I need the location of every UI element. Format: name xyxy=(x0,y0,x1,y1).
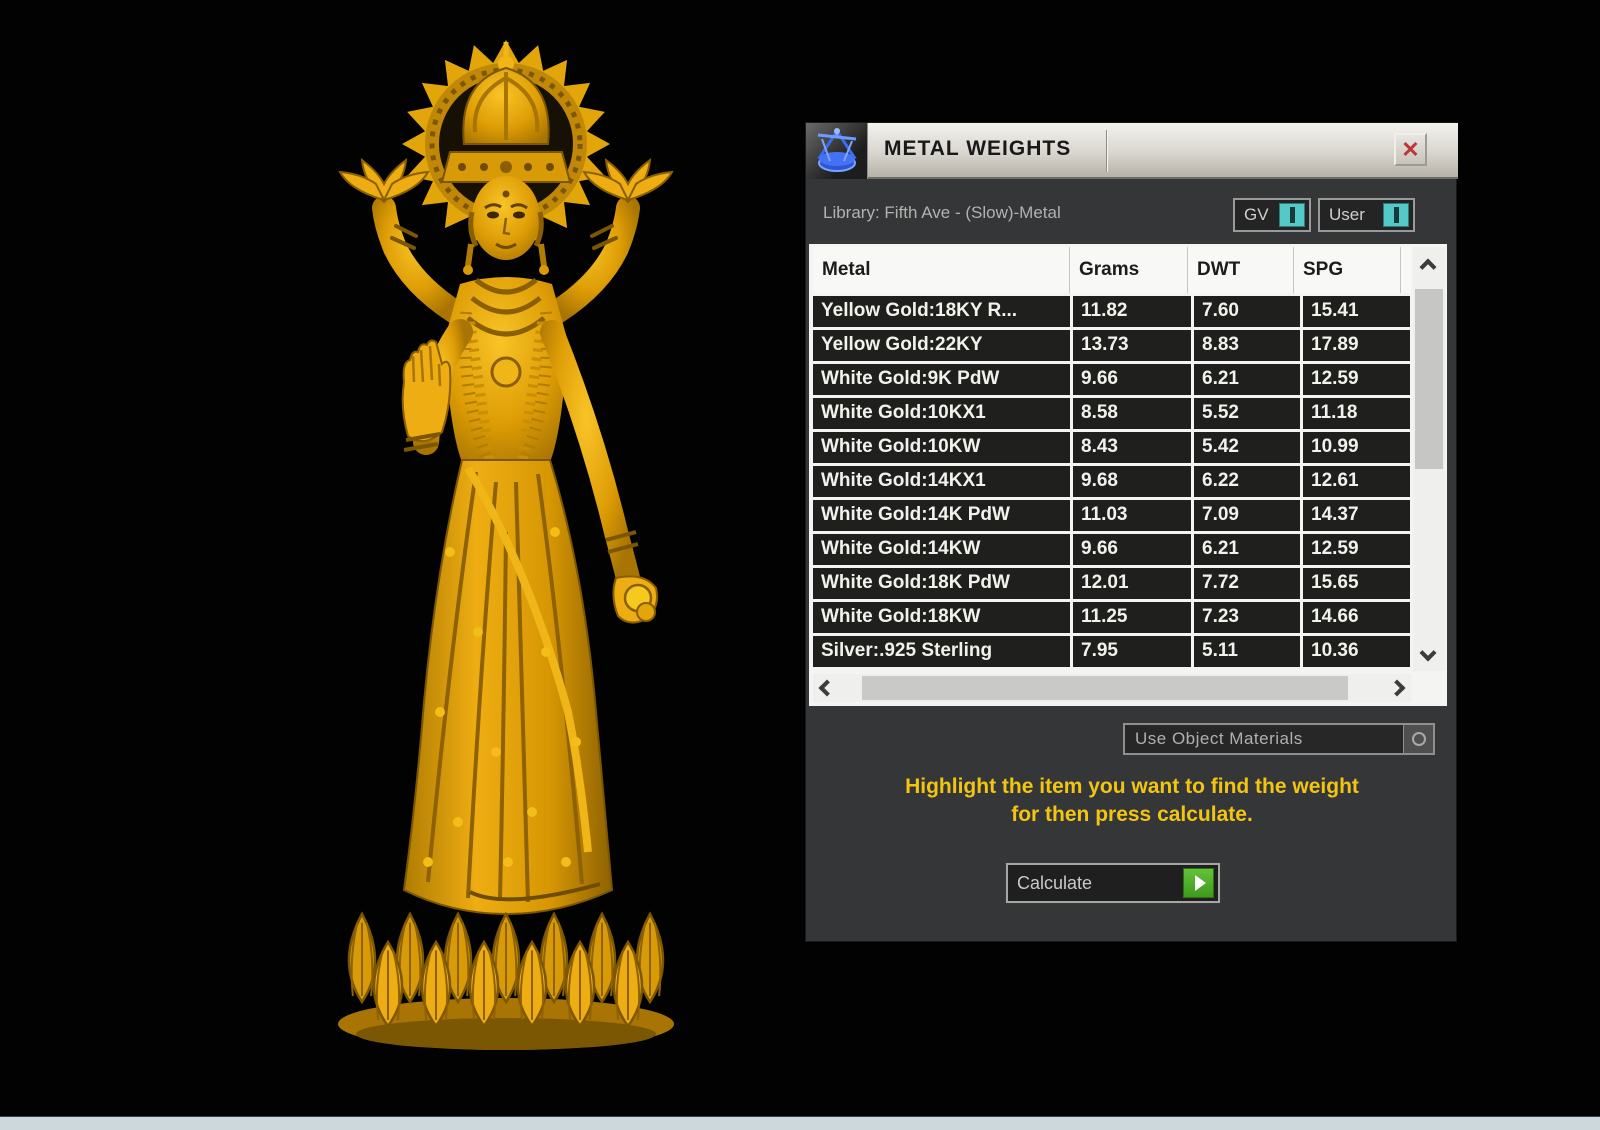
cell-grams: 9.68 xyxy=(1073,466,1191,497)
column-header-spg[interactable]: SPG xyxy=(1294,247,1401,293)
table-row[interactable]: White Gold:9K PdW 9.66 6.21 12.59 xyxy=(813,364,1411,398)
column-header-dwt[interactable]: DWT xyxy=(1188,247,1294,293)
cell-grams: 12.01 xyxy=(1073,568,1191,599)
table-row[interactable]: Yellow Gold:22KY 13.73 8.83 17.89 xyxy=(813,330,1411,364)
cell-metal: White Gold:14KX1 xyxy=(813,466,1070,497)
cell-spg: 17.89 xyxy=(1303,330,1410,361)
cell-dwt: 6.21 xyxy=(1194,534,1300,565)
gold-lakshmi-statue[interactable] xyxy=(300,12,712,1062)
horizontal-scroll-thumb[interactable] xyxy=(862,676,1348,700)
calculate-button[interactable]: Calculate xyxy=(1006,863,1220,903)
radio-indicator-icon xyxy=(1403,725,1433,753)
cell-grams: 8.43 xyxy=(1073,432,1191,463)
cell-metal: White Gold:14KW xyxy=(813,534,1070,565)
cell-dwt: 7.60 xyxy=(1194,296,1300,327)
cell-spg: 11.18 xyxy=(1303,398,1410,429)
cell-grams: 9.66 xyxy=(1073,534,1191,565)
cell-metal: White Gold:9K PdW xyxy=(813,364,1070,395)
table-row[interactable]: White Gold:18KW 11.25 7.23 14.66 xyxy=(813,602,1411,636)
horizontal-scrollbar[interactable] xyxy=(813,674,1411,702)
dialog-titlebar[interactable]: METAL WEIGHTS ✕ xyxy=(806,123,1458,179)
library-label: Library: Fifth Ave - (Slow)-Metal xyxy=(823,203,1061,223)
scroll-down-icon[interactable] xyxy=(1420,645,1437,662)
cell-metal: White Gold:14K PdW xyxy=(813,500,1070,531)
cell-metal: White Gold:18K PdW xyxy=(813,568,1070,599)
column-header-metal[interactable]: Metal xyxy=(813,247,1070,293)
gv-toggle-indicator-icon xyxy=(1279,203,1305,227)
cell-grams: 11.82 xyxy=(1073,296,1191,327)
user-toggle-indicator-icon xyxy=(1383,203,1409,227)
table-row[interactable]: White Gold:14KX1 9.68 6.22 12.61 xyxy=(813,466,1411,500)
metal-weights-dialog: METAL WEIGHTS ✕ Library: Fifth Ave - (Sl… xyxy=(805,122,1457,942)
cell-dwt: 8.83 xyxy=(1194,330,1300,361)
cell-spg: 14.37 xyxy=(1303,500,1410,531)
table-row[interactable]: White Gold:10KW 8.43 5.42 10.99 xyxy=(813,432,1411,466)
cell-metal: White Gold:10KW xyxy=(813,432,1070,463)
scroll-right-icon[interactable] xyxy=(1389,680,1406,697)
table-row[interactable]: White Gold:18K PdW 12.01 7.72 15.65 xyxy=(813,568,1411,602)
cell-dwt: 7.09 xyxy=(1194,500,1300,531)
cell-grams: 13.73 xyxy=(1073,330,1191,361)
instruction-text: Highlight the item you want to find the … xyxy=(806,773,1458,829)
cell-metal: Yellow Gold:18KY R... xyxy=(813,296,1070,327)
close-button[interactable]: ✕ xyxy=(1394,133,1427,166)
cell-metal: White Gold:10KX1 xyxy=(813,398,1070,429)
cell-dwt: 7.72 xyxy=(1194,568,1300,599)
use-object-materials-button[interactable]: Use Object Materials xyxy=(1123,723,1435,755)
gv-toggle-label: GV xyxy=(1244,205,1269,225)
instruction-line2: for then press calculate. xyxy=(806,801,1458,829)
dialog-title: METAL WEIGHTS xyxy=(884,137,1071,161)
cell-spg: 15.65 xyxy=(1303,568,1410,599)
calculate-label: Calculate xyxy=(1017,873,1092,894)
cell-metal: Yellow Gold:22KY xyxy=(813,330,1070,361)
table-row[interactable]: Yellow Gold:18KY R... 11.82 7.60 15.41 xyxy=(813,296,1411,330)
instruction-line1: Highlight the item you want to find the … xyxy=(806,773,1458,801)
status-strip xyxy=(0,1116,1600,1130)
play-arrow-icon xyxy=(1183,868,1214,898)
cell-dwt: 7.23 xyxy=(1194,602,1300,633)
table-rows: Yellow Gold:18KY R... 11.82 7.60 15.41 Y… xyxy=(813,296,1411,670)
cell-grams: 11.25 xyxy=(1073,602,1191,633)
sari-skirt xyxy=(404,460,612,914)
scale-icon xyxy=(806,123,868,179)
cell-dwt: 5.52 xyxy=(1194,398,1300,429)
user-toggle-button[interactable]: User xyxy=(1318,198,1415,232)
cell-spg: 12.59 xyxy=(1303,534,1410,565)
table-row[interactable]: White Gold:10KX1 8.58 5.52 11.18 xyxy=(813,398,1411,432)
cell-spg: 14.66 xyxy=(1303,602,1410,633)
cell-spg: 12.61 xyxy=(1303,466,1410,497)
cell-grams: 9.66 xyxy=(1073,364,1191,395)
cell-dwt: 5.42 xyxy=(1194,432,1300,463)
user-toggle-label: User xyxy=(1329,205,1365,225)
vertical-scroll-thumb[interactable] xyxy=(1415,289,1443,469)
scroll-up-icon[interactable] xyxy=(1420,259,1437,276)
cell-spg: 15.41 xyxy=(1303,296,1410,327)
vertical-scrollbar[interactable] xyxy=(1413,247,1445,671)
metals-table: Metal Grams DWT SPG Yellow Gold:18KY R..… xyxy=(809,244,1447,706)
use-object-materials-label: Use Object Materials xyxy=(1135,729,1303,749)
cell-metal: White Gold:18KW xyxy=(813,602,1070,633)
table-header: Metal Grams DWT SPG xyxy=(813,247,1411,293)
column-header-grams[interactable]: Grams xyxy=(1070,247,1188,293)
cell-metal: Silver:.925 Sterling xyxy=(813,636,1070,667)
table-row[interactable]: Silver:.925 Sterling 7.95 5.11 10.36 xyxy=(813,636,1411,670)
cell-dwt: 6.21 xyxy=(1194,364,1300,395)
cell-spg: 10.99 xyxy=(1303,432,1410,463)
scroll-left-icon[interactable] xyxy=(819,680,836,697)
cell-grams: 8.58 xyxy=(1073,398,1191,429)
cell-dwt: 5.11 xyxy=(1194,636,1300,667)
lotus-pedestal xyxy=(338,914,674,1050)
cell-grams: 11.03 xyxy=(1073,500,1191,531)
cell-grams: 7.95 xyxy=(1073,636,1191,667)
cell-spg: 10.36 xyxy=(1303,636,1410,667)
table-row[interactable]: White Gold:14KW 9.66 6.21 12.59 xyxy=(813,534,1411,568)
gv-toggle-button[interactable]: GV xyxy=(1233,198,1311,232)
cell-spg: 12.59 xyxy=(1303,364,1410,395)
titlebar-divider xyxy=(1106,130,1108,172)
table-row[interactable]: White Gold:14K PdW 11.03 7.09 14.37 xyxy=(813,500,1411,534)
cell-dwt: 6.22 xyxy=(1194,466,1300,497)
